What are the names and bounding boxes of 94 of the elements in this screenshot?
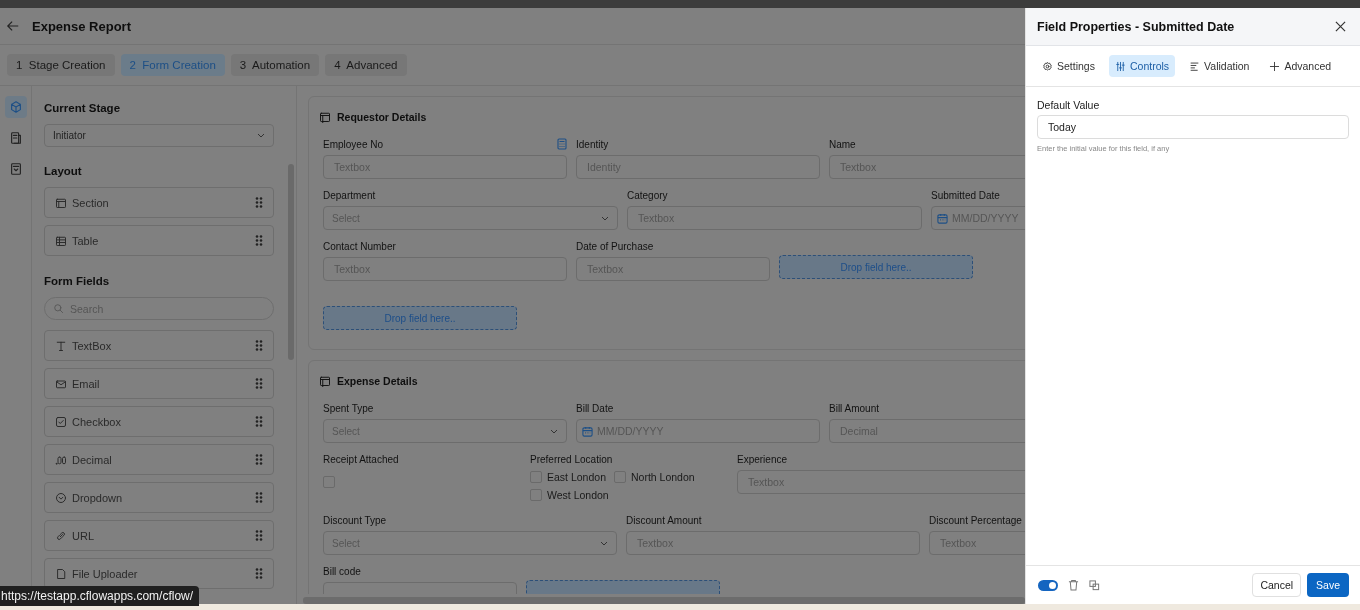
file-icon xyxy=(55,567,67,580)
document-stack-icon xyxy=(8,131,23,145)
panel-tab[interactable]: Validation xyxy=(1183,55,1256,77)
field-type-item[interactable]: Email xyxy=(44,368,274,399)
section-heading: Form Fields xyxy=(44,275,111,287)
text-icon xyxy=(55,339,67,352)
drop-zone[interactable]: Drop field here.. xyxy=(779,255,973,279)
drag-handle-icon[interactable] xyxy=(255,454,263,465)
step-tab[interactable]: 4 Advanced xyxy=(325,54,407,76)
section-icon xyxy=(319,375,331,387)
form-icon xyxy=(8,162,23,176)
field-label: Bill code xyxy=(323,565,361,577)
drag-handle-icon[interactable] xyxy=(255,197,263,208)
drop-zone[interactable]: Drop field here.. xyxy=(323,306,517,330)
scrollbar[interactable] xyxy=(303,597,1025,604)
step-tab[interactable]: 3 Automation xyxy=(230,54,320,76)
drag-handle-icon[interactable] xyxy=(255,378,263,389)
chevron-down-icon xyxy=(601,215,609,221)
copy-icon[interactable] xyxy=(1089,579,1100,591)
decimal-icon xyxy=(55,453,67,466)
panel-tab[interactable]: Settings xyxy=(1036,55,1101,77)
table-icon xyxy=(55,234,67,247)
field-label: Discount Type xyxy=(323,514,387,526)
panel-title: Field Properties - Submitted Date xyxy=(1037,19,1235,34)
panel-tab[interactable]: Controls xyxy=(1108,55,1176,77)
panel-tab[interactable]: Advanced xyxy=(1263,55,1338,77)
drag-handle-icon[interactable] xyxy=(255,568,263,579)
field-label: Spent Type xyxy=(323,402,374,414)
field-type-item[interactable]: URL xyxy=(44,520,274,551)
checkbox-icon xyxy=(55,415,67,428)
drag-handle-icon[interactable] xyxy=(255,492,263,503)
field-label: Employee No xyxy=(323,138,384,150)
option-label: East London xyxy=(547,471,606,483)
section-icon xyxy=(55,196,67,209)
page-title: Expense Report xyxy=(32,18,131,34)
search-icon xyxy=(53,303,64,314)
trash-icon[interactable] xyxy=(1068,579,1079,591)
default-value-field[interactable]: Today xyxy=(1037,115,1349,139)
chevron-down-icon xyxy=(600,540,608,546)
chevron-circle-icon xyxy=(55,491,67,504)
layout-item[interactable]: Table xyxy=(44,225,274,256)
drag-handle-icon[interactable] xyxy=(255,530,263,541)
field-label: Date of Purchase xyxy=(576,240,654,252)
stage-dropdown[interactable]: Initiator xyxy=(44,124,274,147)
field-label: Bill Amount xyxy=(829,402,880,414)
envelope-icon xyxy=(55,377,67,390)
sliders-icon xyxy=(1114,60,1126,72)
settings-icon xyxy=(1042,60,1053,72)
field-label: Department xyxy=(323,189,376,201)
drag-handle-icon[interactable] xyxy=(255,416,263,427)
step-tab[interactable]: 1 Stage Creation xyxy=(7,54,115,76)
field-label: Receipt Attached xyxy=(323,453,399,465)
field-label: Identity xyxy=(576,138,609,150)
field-label: Contact Number xyxy=(323,240,396,252)
section-heading: Current Stage xyxy=(44,102,122,114)
field-type-item[interactable]: Checkbox xyxy=(44,406,274,437)
field-label: Name xyxy=(829,138,856,150)
calendar-icon[interactable] xyxy=(937,212,948,224)
chevron-down-icon xyxy=(550,428,558,434)
section-heading: Layout xyxy=(44,165,83,177)
plus-icon xyxy=(1269,60,1281,72)
layout-item[interactable]: Section xyxy=(44,187,274,218)
field-label: Submitted Date xyxy=(931,189,1000,201)
cancel-button[interactable]: Cancel xyxy=(1252,573,1302,597)
drag-handle-icon[interactable] xyxy=(255,340,263,351)
field-type-item[interactable]: TextBox xyxy=(44,330,274,361)
cube-icon xyxy=(8,100,23,114)
option-label: West London xyxy=(547,489,609,501)
field-label: Experience xyxy=(737,453,788,465)
calculator-icon[interactable] xyxy=(557,138,567,150)
section-title: Requestor Details xyxy=(337,111,427,123)
list-icon xyxy=(1189,60,1201,72)
field-type-item[interactable]: Decimal xyxy=(44,444,274,475)
toggle-switch[interactable] xyxy=(1038,579,1058,591)
field-label: Discount Percentage xyxy=(929,514,1022,526)
field-label: Bill Date xyxy=(576,402,614,414)
section-title: Expense Details xyxy=(337,375,418,387)
section-icon xyxy=(319,111,331,123)
status-url-tooltip: https://testapp.cflowapps.com/cflow/ xyxy=(0,586,200,606)
link-icon xyxy=(55,529,67,542)
field-label: Default Value xyxy=(1037,99,1101,111)
field-type-item[interactable]: Dropdown xyxy=(44,482,274,513)
field-label: Discount Amount xyxy=(626,514,702,526)
save-button[interactable]: Save xyxy=(1307,573,1349,597)
back-arrow-icon[interactable] xyxy=(6,19,20,33)
step-tab[interactable]: 2 Form Creation xyxy=(120,54,225,76)
rail-button[interactable] xyxy=(4,96,27,118)
option-label: North London xyxy=(630,471,695,483)
calendar-icon[interactable] xyxy=(582,425,593,437)
field-label: Category xyxy=(627,189,668,201)
chevron-down-icon xyxy=(257,133,265,138)
close-icon[interactable] xyxy=(1335,21,1346,32)
field-label: Preferred Location xyxy=(530,453,613,465)
drag-handle-icon[interactable] xyxy=(255,235,263,246)
